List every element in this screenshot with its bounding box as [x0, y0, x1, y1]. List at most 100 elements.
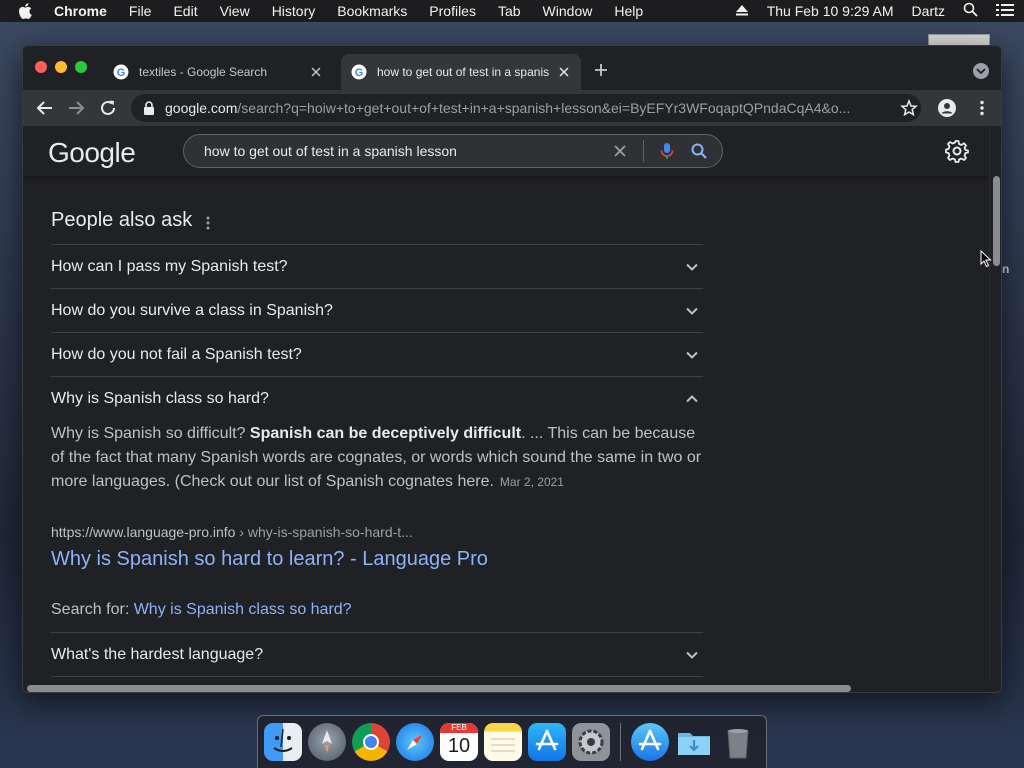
people-also-ask-section: People also ask How can I pass my Spanis… — [51, 202, 703, 677]
menu-window[interactable]: Window — [543, 3, 593, 19]
chrome-icon[interactable] — [352, 723, 390, 761]
notes-icon[interactable] — [484, 723, 522, 761]
paa-options-kebab-icon[interactable] — [206, 213, 210, 230]
google-logo[interactable]: Google — [48, 137, 136, 169]
tab-title: how to get out of test in a spanish less… — [377, 65, 549, 79]
paa-answer-snippet: Why is Spanish so difficult? Spanish can… — [51, 420, 703, 494]
calendar-icon[interactable]: FEB 10 — [440, 723, 478, 761]
spotlight-search-icon[interactable] — [963, 2, 978, 20]
browser-toolbar: google.com/search?q=hoiw+to+get+out+of+t… — [23, 90, 1001, 126]
tab-textiles[interactable]: G textiles - Google Search — [103, 54, 333, 90]
menu-history[interactable]: History — [272, 3, 316, 19]
chrome-menu-kebab-icon[interactable] — [973, 99, 991, 117]
clock[interactable]: Thu Feb 10 9:29 AM — [767, 3, 894, 19]
safari-icon[interactable] — [396, 723, 434, 761]
mouse-pointer-icon — [980, 249, 992, 268]
svg-text:G: G — [117, 67, 126, 79]
control-center-icon[interactable] — [996, 3, 1014, 20]
close-tab-icon[interactable] — [557, 65, 571, 79]
paa-question-expanded[interactable]: Why is Spanish class so hard? — [51, 376, 703, 420]
tab-title: textiles - Google Search — [139, 65, 268, 79]
menu-file[interactable]: File — [129, 3, 152, 19]
paa-question[interactable]: How do you survive a class in Spanish? — [51, 288, 703, 332]
svg-text:G: G — [355, 67, 364, 79]
chrome-window: G textiles - Google Search G how to get … — [22, 45, 1002, 693]
back-arrow-icon[interactable] — [36, 99, 54, 117]
new-tab-plus-icon[interactable] — [593, 62, 609, 78]
paa-question[interactable]: How do you not fail a Spanish test? — [51, 332, 703, 376]
answer-source-title-link[interactable]: Why is Spanish so hard to learn? - Langu… — [51, 548, 703, 571]
tab-search-chevron-icon[interactable] — [973, 63, 989, 79]
finder-icon[interactable] — [264, 723, 302, 761]
calendar-month: FEB — [440, 723, 478, 733]
menu-view[interactable]: View — [220, 3, 250, 19]
app-store-icon[interactable] — [528, 723, 566, 761]
paa-question[interactable]: How can I pass my Spanish test? — [51, 244, 703, 288]
answer-date: Mar 2, 2021 — [499, 475, 564, 489]
calendar-day: 10 — [447, 735, 471, 757]
chevron-down-icon — [685, 260, 699, 274]
paa-question-text: Why is Spanish class so hard? — [51, 389, 269, 407]
paa-bottom-divider — [51, 676, 703, 677]
lock-icon[interactable] — [143, 101, 155, 115]
voice-search-mic-icon[interactable] — [658, 142, 676, 160]
paa-question[interactable]: What's the hardest language? — [51, 632, 703, 676]
launchpad-icon[interactable] — [308, 723, 346, 761]
vertical-scrollbar-thumb[interactable] — [993, 176, 1000, 266]
google-favicon-icon: G — [351, 64, 367, 80]
settings-gear-icon[interactable] — [945, 139, 969, 163]
google-favicon-icon: G — [113, 64, 129, 80]
search-input[interactable]: how to get out of test in a spanish less… — [183, 134, 723, 168]
vertical-scrollbar[interactable] — [989, 126, 1001, 682]
search-for-line: Search for: Why is Spanish class so hard… — [51, 601, 703, 632]
menu-help[interactable]: Help — [614, 3, 643, 19]
tab-strip: G textiles - Google Search G how to get … — [23, 46, 1001, 90]
close-tab-icon[interactable] — [309, 65, 323, 79]
app-store-alt-icon[interactable] — [631, 723, 669, 761]
menu-profiles[interactable]: Profiles — [429, 3, 476, 19]
downloads-folder-icon[interactable] — [675, 723, 713, 761]
menu-edit[interactable]: Edit — [173, 3, 197, 19]
menu-tab[interactable]: Tab — [498, 3, 521, 19]
source-url-breadcrumb: › why-is-spanish-so-hard-t... — [235, 524, 413, 540]
forward-arrow-icon[interactable] — [67, 99, 85, 117]
dock: FEB 10 — [257, 715, 767, 768]
tab-spanish-lesson[interactable]: G how to get out of test in a spanish le… — [341, 54, 581, 90]
chevron-up-icon — [685, 392, 699, 406]
reload-icon[interactable] — [99, 99, 117, 117]
apple-menu-icon[interactable] — [18, 2, 34, 20]
search-for-link[interactable]: Why is Spanish class so hard? — [134, 601, 352, 618]
desktop-label-fragment: n — [1002, 262, 1010, 276]
dock-separator — [620, 723, 621, 761]
zoom-window-button[interactable] — [75, 61, 87, 73]
google-results-page: Google how to get out of test in a spani… — [23, 126, 989, 682]
menu-app-name[interactable]: Chrome — [54, 3, 107, 19]
answer-text-before: Why is Spanish so difficult? — [51, 425, 250, 442]
chevron-down-icon — [685, 648, 699, 662]
system-preferences-icon[interactable] — [572, 723, 610, 761]
people-also-ask-heading: People also ask — [51, 208, 193, 231]
profile-avatar-icon[interactable] — [938, 99, 956, 117]
bookmark-star-icon[interactable] — [900, 98, 918, 117]
answer-bold-text: Spanish can be deceptively difficult — [249, 425, 522, 442]
chevron-down-icon — [685, 348, 699, 362]
search-query-text[interactable]: how to get out of test in a spanish less… — [204, 143, 611, 159]
user-name[interactable]: Dartz — [912, 3, 945, 19]
search-divider — [643, 140, 644, 162]
eject-icon[interactable] — [735, 3, 749, 19]
url-path: /search?q=hoiw+to+get+out+of+test+in+a+s… — [237, 100, 851, 116]
paa-question-text: How can I pass my Spanish test? — [51, 257, 288, 275]
horizontal-scrollbar[interactable] — [23, 682, 1001, 692]
horizontal-scrollbar-thumb[interactable] — [27, 685, 851, 692]
close-window-button[interactable] — [35, 61, 47, 73]
trash-icon[interactable] — [719, 723, 757, 761]
menu-bookmarks[interactable]: Bookmarks — [337, 3, 407, 19]
menu-bar: Chrome File Edit View History Bookmarks … — [0, 0, 1024, 22]
paa-question-text: How do you not fail a Spanish test? — [51, 345, 302, 363]
address-bar[interactable]: google.com/search?q=hoiw+to+get+out+of+t… — [131, 94, 921, 122]
answer-source-url[interactable]: https://www.language-pro.info › why-is-s… — [51, 524, 703, 540]
search-magnifier-icon[interactable] — [690, 142, 708, 160]
clear-search-x-icon[interactable] — [611, 142, 629, 160]
minimize-window-button[interactable] — [55, 61, 67, 73]
source-url-host: https://www.language-pro.info — [51, 524, 236, 540]
